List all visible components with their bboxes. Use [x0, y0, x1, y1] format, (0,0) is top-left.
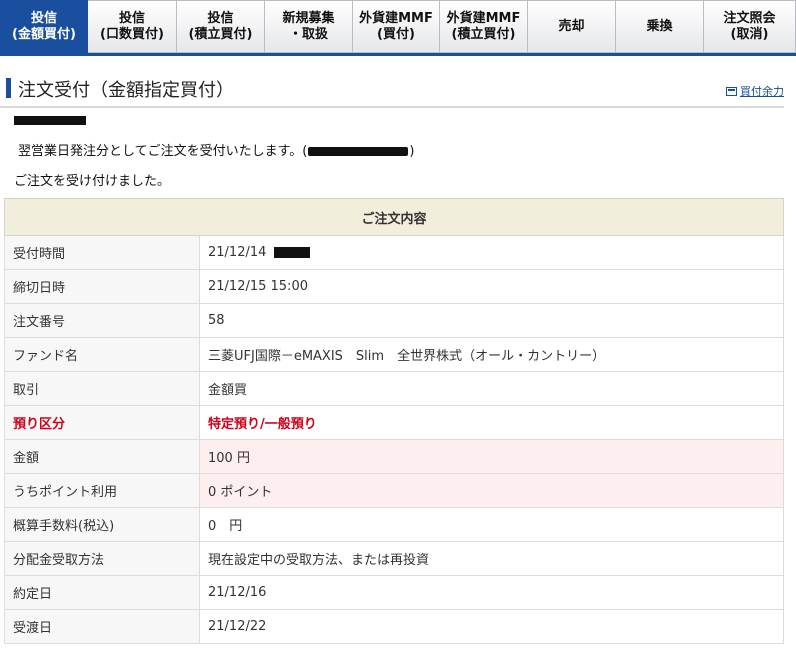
title-accent-bar — [6, 78, 11, 98]
row-label: うちポイント利用 — [4, 473, 200, 508]
row-label: 金額 — [4, 439, 200, 474]
tab-label: 乗換 — [646, 18, 673, 34]
row-label: ファンド名 — [4, 337, 200, 372]
row-value: 現在設定中の受取方法、または再投資 — [199, 541, 784, 576]
row-value-cell: 21/12/14 — [199, 235, 784, 270]
tab-foreign-mmf-buy[interactable]: 外貨建MMF (買付) — [353, 0, 440, 53]
buying-power-link[interactable]: 買付余力 — [726, 83, 784, 99]
row-label: 取引 — [4, 371, 200, 406]
row-label: 注文番号 — [4, 303, 200, 338]
tab-foreign-mmf-recurring[interactable]: 外貨建MMF (積立買付) — [440, 0, 528, 53]
tab-label: 投信 (金額買付) — [12, 10, 76, 42]
row-deadline: 締切日時 21/12/15 15:00 — [4, 269, 784, 304]
order-accept-message: 翌営業日発注分としてご注文を受付いたします。() — [18, 140, 414, 159]
row-transaction: 取引 金額買 — [4, 371, 784, 406]
window-icon — [726, 86, 737, 96]
row-value: 58 — [199, 303, 784, 338]
row-label: 受付時間 — [4, 235, 200, 270]
row-label: 締切日時 — [4, 269, 200, 304]
tab-fund-amount-buy[interactable]: 投信 (金額買付) — [0, 0, 88, 53]
row-amount: 金額 100 円 — [4, 439, 784, 474]
table-header: ご注文内容 — [4, 198, 784, 236]
order-type-tabs: 投信 (金額買付) 投信 (口数買付) 投信 (積立買付) 新規募集 ・取扱 外… — [0, 0, 796, 56]
row-value: 0 ポイント — [199, 473, 784, 508]
row-order-number: 注文番号 58 — [4, 303, 784, 338]
page-title: 注文受付（金額指定買付） — [18, 80, 234, 101]
row-estimated-fee: 概算手数料(税込) 0 円 — [4, 507, 784, 542]
order-details-table: ご注文内容 受付時間 21/12/14 締切日時 21/12/15 15:00 … — [4, 198, 784, 644]
row-fund-name: ファンド名 三菱UFJ国際－eMAXIS Slim 全世界株式（オール・カントリ… — [4, 337, 784, 372]
tab-label: 注文照会 (取消) — [723, 10, 776, 42]
message-text: 翌営業日発注分としてご注文を受付いたします。( — [18, 144, 308, 159]
tab-fund-unit-buy[interactable]: 投信 (口数買付) — [88, 0, 177, 53]
order-received-message: ご注文を受け付けました。 — [14, 174, 171, 189]
row-value: 三菱UFJ国際－eMAXIS Slim 全世界株式（オール・カントリー） — [199, 337, 784, 372]
redacted-block — [274, 247, 311, 258]
row-value: 特定預り/一般預り — [199, 405, 784, 440]
message-close-paren: ) — [409, 144, 415, 159]
tab-label: 外貨建MMF (積立買付) — [446, 10, 521, 42]
tab-label: 投信 (口数買付) — [100, 10, 164, 42]
row-label: 概算手数料(税込) — [4, 507, 200, 542]
row-label: 預り区分 — [4, 405, 200, 440]
redacted-block — [14, 116, 86, 125]
row-custody-type: 預り区分 特定預り/一般預り — [4, 405, 784, 440]
tab-fund-recurring-buy[interactable]: 投信 (積立買付) — [177, 0, 265, 53]
row-dividend-method: 分配金受取方法 現在設定中の受取方法、または再投資 — [4, 541, 784, 576]
tab-label: 外貨建MMF (買付) — [359, 10, 433, 42]
table-header-row: ご注文内容 — [4, 198, 784, 236]
tab-switch[interactable]: 乗換 — [616, 0, 704, 53]
row-accept-time: 受付時間 21/12/14 — [4, 235, 784, 270]
redacted-block — [308, 147, 409, 156]
row-value: 21/12/22 — [199, 609, 784, 644]
row-label: 受渡日 — [4, 609, 200, 644]
row-value: 21/12/16 — [199, 575, 784, 610]
row-value: 金額買 — [199, 371, 784, 406]
row-label: 約定日 — [4, 575, 200, 610]
tab-label: 売却 — [558, 18, 585, 34]
row-value: 21/12/15 15:00 — [199, 269, 784, 304]
tab-new-offering[interactable]: 新規募集 ・取扱 — [265, 0, 353, 53]
tab-sell[interactable]: 売却 — [528, 0, 616, 53]
row-settlement-date: 受渡日 21/12/22 — [4, 609, 784, 644]
row-value: 100 円 — [199, 439, 784, 474]
row-label: 分配金受取方法 — [4, 541, 200, 576]
row-points-used: うちポイント利用 0 ポイント — [4, 473, 784, 508]
buying-power-label: 買付余力 — [740, 85, 784, 98]
row-value: 0 円 — [199, 507, 784, 542]
row-value: 21/12/14 — [208, 245, 267, 260]
row-trade-date: 約定日 21/12/16 — [4, 575, 784, 610]
tab-label: 新規募集 ・取扱 — [282, 10, 335, 42]
tab-order-inquiry[interactable]: 注文照会 (取消) — [704, 0, 796, 53]
tab-label: 投信 (積立買付) — [188, 10, 253, 42]
page-title-row: 注文受付（金額指定買付） 買付余力 — [0, 70, 784, 108]
